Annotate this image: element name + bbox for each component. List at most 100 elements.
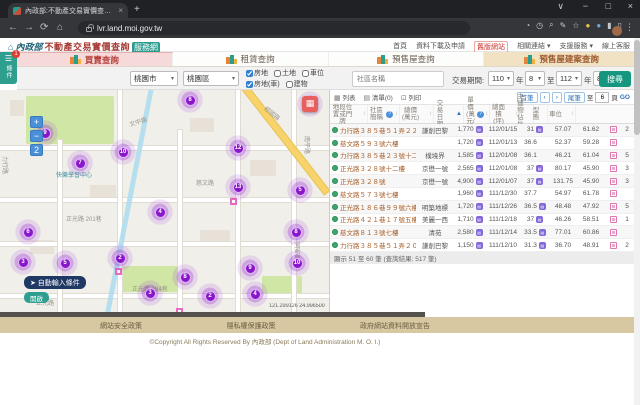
reload-icon[interactable]: ⟳ [40,22,48,33]
price-detail-icon[interactable]: ▤ [476,203,483,210]
price-detail-icon[interactable]: ▤ [476,152,483,159]
unit-price-detail-icon[interactable]: ▤ [539,229,546,236]
building-type-icon[interactable] [610,152,617,159]
table-row[interactable]: 正光路３２８號十二樓 京懋一號 2,565▤ 112/01/08 37▤ 80.… [330,162,634,175]
scrollbar-thumb[interactable] [634,40,640,135]
prev-page-button[interactable]: ‹ [540,92,550,103]
address-link[interactable]: 力行路３８５巷５１弄２２號六樓 [340,125,416,135]
building-type-icon[interactable] [610,190,617,197]
query-tab[interactable]: 預售屋建案查詢 [484,52,640,66]
type-checkbox[interactable]: 房地 [246,68,268,78]
price-marker[interactable]: 4 [242,281,268,307]
price-marker[interactable]: 5 [52,250,78,276]
query-tab[interactable]: 買賣查詢 [17,52,173,66]
minimize-button[interactable]: − [583,1,588,11]
type-checkbox[interactable]: 車位 [302,68,324,78]
print-button[interactable]: ⊡ 列印 [401,92,422,102]
price-marker[interactable]: 3 [137,280,163,306]
footer-link[interactable]: 網站安全政策 [100,321,142,331]
zoom-level-badge[interactable]: 2 [30,144,43,156]
year-from-select[interactable]: 110▾ [488,71,514,86]
price-detail-icon[interactable]: ▤ [476,178,483,185]
column-header[interactable]: 型態 ? [534,105,548,123]
extension-dot-blue[interactable]: ● [596,21,601,30]
unit-price-detail-icon[interactable]: ▤ [536,216,543,223]
list-view-button[interactable]: ▦ 列表 [334,92,355,102]
unit-price-detail-icon[interactable]: ▤ [539,203,546,210]
type-checkbox[interactable]: 房地(車) [246,79,280,89]
price-detail-icon[interactable]: ▤ [476,165,483,172]
community-name-input[interactable] [352,71,444,87]
table-row[interactable]: 慈文路５７３號七樓 1,960▤ 111/12/30 37.7▤ 54.97 6… [330,188,634,201]
unit-price-detail-icon[interactable]: ▤ [536,165,543,172]
price-marker[interactable]: 2 [197,283,223,309]
zoom-extension-icon[interactable]: ⌕ [549,20,553,30]
city-select[interactable]: 桃園市 ▾ [130,71,178,86]
column-header[interactable]: 單價(萬元/坪) ? ↕ [464,105,490,123]
table-row[interactable]: 力行路３８５巷２３號十二樓 樸境界 1,585▤ 112/01/08 36.1▤… [330,150,634,163]
column-header[interactable]: 車位 ? ↕ [548,105,576,123]
home-icon[interactable]: ⌂ [57,22,63,33]
sort-icon[interactable]: ↕ [571,111,574,118]
price-detail-icon[interactable]: ▤ [476,139,483,146]
price-marker[interactable]: 7 [67,150,93,176]
column-header[interactable]: 社區簡稱 ? ↕ [368,105,400,123]
month-from-select[interactable]: 8▾ [525,71,545,86]
price-marker[interactable]: 8 [283,219,309,245]
address-link[interactable]: 正光路１８６巷９９號六樓 [340,202,416,212]
url-bar[interactable]: lvr.land.moi.gov.tw [78,21,470,35]
building-type-icon[interactable] [610,126,617,133]
table-row[interactable]: 正光路１８６巷９９號六樓 明築地標 1,720▤ 111/12/26 36.5▤… [330,201,634,214]
extension-dot-yellow[interactable]: ● [586,21,591,30]
type-checkbox[interactable]: 建物 [286,79,308,89]
price-detail-icon[interactable]: ▤ [476,229,483,236]
map-layers-button[interactable]: ▦ [302,96,318,112]
sort-icon[interactable]: ↕ [395,111,398,118]
table-row[interactable]: 慈文路８１３號七樓 清苑 2,580▤ 111/12/14 33.5▤ 77.0… [330,226,634,239]
tab-close-icon[interactable]: × [118,6,123,15]
last-page-button[interactable]: 尾筆 [564,92,585,103]
zoom-in-button[interactable]: + [30,116,43,128]
table-row[interactable]: 力行路３８５巷５１弄２０號四樓 謙創巴黎 1,150▤ 111/12/10 31… [330,239,634,252]
address-link[interactable]: 正光路３２８號十二樓 [340,163,405,173]
query-tab[interactable]: 租賃查詢 [173,52,329,66]
new-tab-button[interactable]: + [134,4,140,15]
unit-price-detail-icon[interactable]: ▤ [536,178,543,185]
sort-icon[interactable]: ↕ [363,111,366,118]
price-marker[interactable]: 9 [237,255,263,281]
sort-icon[interactable]: ↕ [429,111,432,118]
table-row[interactable]: 力行路３８５巷５１弄２２號六樓 謙創巴黎 1,770▤ 112/01/15 31… [330,124,634,137]
building-type-icon[interactable] [610,178,617,185]
price-marker[interactable]: 8 [177,90,203,113]
price-detail-icon[interactable]: ▤ [476,242,483,249]
address-link[interactable]: 力行路３８５巷５１弄２０號四樓 [340,240,416,250]
price-detail-icon[interactable]: ▤ [476,216,483,223]
building-type-icon[interactable] [610,165,617,172]
district-select[interactable]: 桃園區 ▾ [183,71,239,86]
go-button[interactable]: GO [620,94,630,101]
building-type-icon[interactable] [610,203,617,210]
search-button[interactable]: 搜尋 [599,71,631,87]
tab-search-chevron-icon[interactable]: ∨ [557,1,564,12]
page-number-input[interactable] [595,92,609,103]
help-icon[interactable]: ? [386,111,393,118]
type-checkbox[interactable]: 土地 [274,68,296,78]
cart-list-button[interactable]: ▤ 清單(0) [363,92,392,102]
auto-fill-toggle-button[interactable]: 開啟 [24,292,49,303]
address-link[interactable]: 正光路４２１巷１７號五樓 [340,214,416,224]
price-marker[interactable]: 2 [107,245,133,271]
price-marker[interactable]: 8 [172,264,198,290]
help-icon[interactable]: ? [477,111,484,118]
building-type-icon[interactable] [610,216,617,223]
price-marker[interactable]: 10 [284,250,310,276]
address-link[interactable]: 慈文路８１３號七樓 [340,227,399,237]
price-marker[interactable]: 3 [10,249,36,275]
address-link[interactable]: 慈文路５９３號六樓 [340,138,399,148]
address-link[interactable]: 力行路３８５巷２３號十二樓 [340,150,416,160]
maximize-button[interactable]: □ [606,1,611,11]
price-detail-icon[interactable]: ▤ [476,126,483,133]
browser-menu-icon[interactable]: ⋮ [625,22,634,33]
map-canvas[interactable]: 經國路文中路南平路力行路慈文路快樂學習中心正光路 201巷同安街正光路 184巷… [0,90,330,312]
building-type-icon[interactable] [610,139,617,146]
address-link[interactable]: 慈文路５７３號七樓 [340,189,399,199]
